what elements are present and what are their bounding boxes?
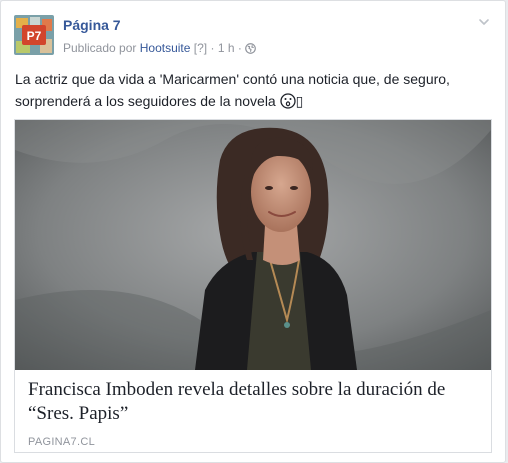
chevron-down-icon[interactable]: [477, 15, 491, 29]
share-title[interactable]: Francisca Imboden revela detalles sobre …: [28, 378, 478, 426]
link-share-card[interactable]: Francisca Imboden revela detalles sobre …: [14, 119, 492, 453]
meta-separator: ·: [210, 41, 215, 55]
feed-post: P7 Página 7 Publicado por Hootsuite [?] …: [0, 0, 506, 463]
post-message: La actriz que da vida a 'Maricarmen' con…: [15, 68, 495, 115]
page-avatar[interactable]: P7: [14, 15, 54, 55]
share-photo: [15, 120, 491, 370]
share-image[interactable]: [15, 120, 491, 370]
help-link[interactable]: [?]: [194, 41, 207, 55]
publisher-tool-link[interactable]: Hootsuite: [140, 41, 191, 55]
avatar-logo: P7: [14, 15, 54, 55]
published-by-label: Publicado por: [63, 41, 137, 55]
post-meta: Publicado por Hootsuite [?] · 1 h ·: [63, 41, 257, 57]
globe-icon[interactable]: [245, 43, 257, 57]
unrendered-emoji-glyph: ▯: [295, 93, 304, 109]
avatar-text: P7: [27, 29, 42, 43]
post-timestamp[interactable]: 1 h: [218, 41, 235, 55]
meta-separator: ·: [237, 41, 242, 55]
post-message-text: La actriz que da vida a 'Maricarmen' con…: [15, 71, 450, 109]
face-with-open-mouth-icon: [279, 93, 296, 115]
page-name-link[interactable]: Página 7: [63, 17, 121, 33]
share-domain: PAGINA7.CL: [28, 436, 95, 448]
